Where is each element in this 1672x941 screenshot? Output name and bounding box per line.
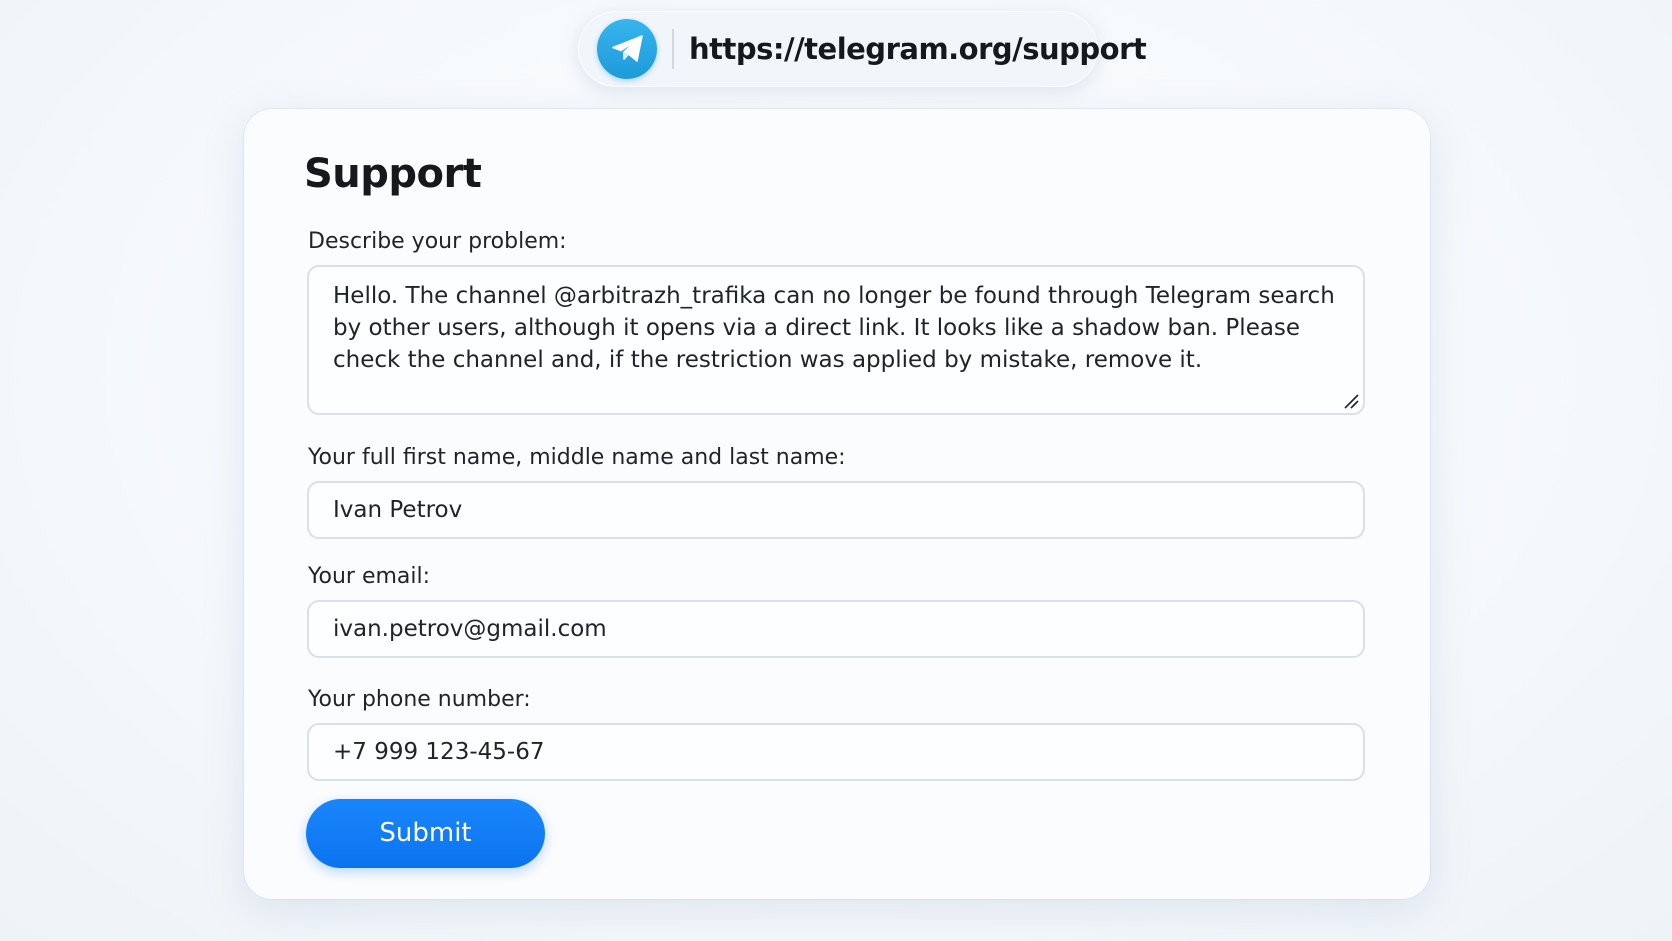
url-text[interactable]: https://telegram.org/support: [689, 11, 1147, 87]
problem-text: Hello. The channel @arbitrazh_trafika ca…: [333, 283, 1335, 373]
phone-label: Your phone number:: [308, 687, 531, 712]
submit-button[interactable]: Submit: [306, 799, 545, 868]
phone-input[interactable]: +7 999 123-45-67: [307, 723, 1365, 781]
support-form-card: Support Describe your problem: Hello. Th…: [244, 109, 1430, 899]
problem-label: Describe your problem:: [308, 229, 567, 254]
resize-handle-icon[interactable]: [1343, 393, 1359, 409]
name-label: Your full first name, middle name and la…: [308, 445, 846, 470]
page-title: Support: [304, 151, 482, 197]
email-input[interactable]: ivan.petrov@gmail.com: [307, 600, 1365, 658]
address-bar-divider: [672, 29, 674, 69]
name-input[interactable]: Ivan Petrov: [307, 481, 1365, 539]
email-label: Your email:: [308, 564, 431, 589]
address-bar[interactable]: https://telegram.org/support: [578, 11, 1147, 87]
telegram-icon: [597, 19, 657, 79]
problem-textarea[interactable]: Hello. The channel @arbitrazh_trafika ca…: [307, 265, 1365, 415]
